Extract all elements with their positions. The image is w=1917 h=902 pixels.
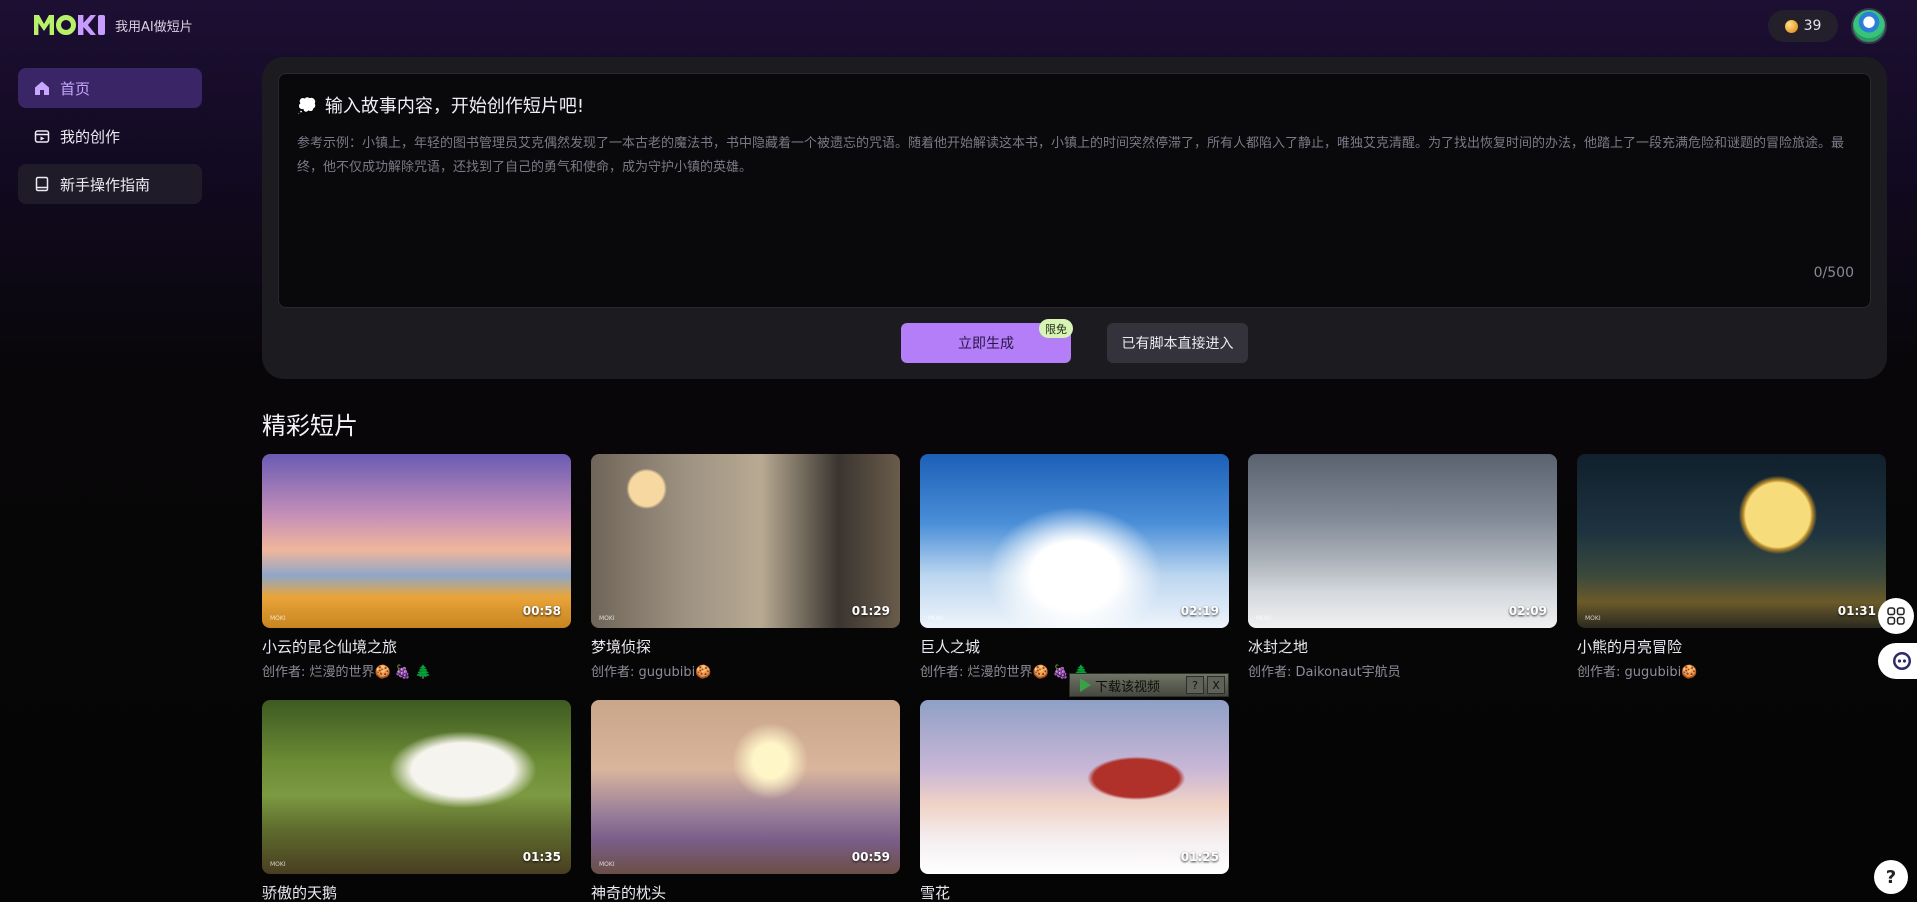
video-title[interactable]: 骄傲的天鹅 (262, 882, 571, 902)
logo[interactable]: 我用AI做短片 (34, 14, 193, 36)
book-icon (34, 176, 50, 192)
assistant-button[interactable] (1878, 643, 1917, 679)
story-input[interactable]: 💭 输入故事内容，开始创作短片吧! 参考示例：小镇上，年轻的图书管理员艾克偶然发… (278, 73, 1871, 308)
video-thumbnail[interactable]: MOKI 02:09 (1248, 454, 1557, 628)
video-title[interactable]: 雪花 (920, 882, 1229, 902)
watermark: MOKI (599, 615, 615, 622)
video-duration: 01:31 (1837, 604, 1876, 618)
sidebar-item-label: 我的创作 (60, 127, 121, 146)
download-video-bar[interactable]: 下载该视频 ? X (1069, 673, 1229, 697)
video-thumbnail[interactable]: MOKI 01:25 (920, 700, 1229, 874)
video-card[interactable]: MOKI 01:25 雪花 (920, 700, 1229, 902)
video-card[interactable]: MOKI 02:09 冰封之地 创作者: Daikonaut宇航员 (1248, 454, 1557, 680)
moki-logo-mark (34, 14, 105, 36)
video-author: 创作者: Daikonaut宇航员 (1248, 665, 1401, 680)
video-thumbnail[interactable]: MOKI 00:58 (262, 454, 571, 628)
video-duration: 02:19 (1180, 604, 1219, 618)
free-badge: 限免 (1039, 319, 1073, 338)
video-thumbnail[interactable]: MOKI 01:29 (591, 454, 900, 628)
help-button[interactable]: ? (1186, 676, 1204, 694)
coin-icon (1784, 19, 1798, 33)
video-duration: 01:29 (851, 604, 890, 618)
speech-bubble-icon: 💭 (297, 95, 317, 115)
story-composer: 💭 输入故事内容，开始创作短片吧! 参考示例：小镇上，年轻的图书管理员艾克偶然发… (262, 57, 1887, 379)
video-card[interactable]: MOKI 01:29 梦境侦探 创作者: gugubibi🍪 (591, 454, 900, 680)
video-card[interactable]: MOKI 02:19 巨人之城 创作者: 烂漫的世界🍪 🍇 🌲 (920, 454, 1229, 680)
video-title[interactable]: 梦境侦探 (591, 636, 900, 657)
sidebar: 首页 我的创作 新手操作指南 (18, 68, 202, 212)
user-avatar[interactable] (1851, 8, 1887, 44)
char-counter: 0/500 (1813, 265, 1854, 281)
video-author: 创作者: 烂漫的世界🍪 🍇 🌲 (262, 665, 432, 680)
video-title[interactable]: 神奇的枕头 (591, 882, 900, 902)
coin-count: 39 (1803, 18, 1822, 34)
film-icon (34, 128, 50, 144)
sidebar-item-guide[interactable]: 新手操作指南 (18, 164, 202, 204)
apps-grid-button[interactable] (1878, 598, 1914, 634)
sidebar-item-home[interactable]: 首页 (18, 68, 202, 108)
logo-tagline: 我用AI做短片 (115, 19, 193, 35)
video-title[interactable]: 冰封之地 (1248, 636, 1557, 657)
watermark: MOKI (1585, 615, 1601, 622)
download-video-label[interactable]: 下载该视频 (1095, 676, 1186, 695)
close-button[interactable]: X (1207, 676, 1225, 694)
watermark: MOKI (928, 861, 944, 868)
video-card[interactable]: MOKI 00:59 神奇的枕头 (591, 700, 900, 902)
top-bar: 我用AI做短片 39 (0, 0, 1917, 52)
video-card[interactable]: MOKI 01:35 骄傲的天鹅 (262, 700, 571, 902)
video-duration: 00:59 (851, 850, 890, 864)
grid-icon (1887, 607, 1905, 625)
home-icon (34, 80, 50, 96)
video-thumbnail[interactable]: MOKI 00:59 (591, 700, 900, 874)
video-duration: 01:25 (1180, 850, 1219, 864)
video-duration: 00:58 (522, 604, 561, 618)
coin-balance[interactable]: 39 (1768, 10, 1838, 42)
help-button[interactable]: ? (1874, 860, 1908, 894)
video-author: 创作者: gugubibi🍪 (591, 665, 712, 680)
sidebar-item-my-creations[interactable]: 我的创作 (18, 116, 202, 156)
watermark: MOKI (928, 615, 944, 622)
story-placeholder: 参考示例：小镇上，年轻的图书管理员艾克偶然发现了一本古老的魔法书，书中隐藏着一个… (297, 136, 1845, 175)
video-duration: 02:09 (1508, 604, 1547, 618)
video-title[interactable]: 小熊的月亮冒险 (1577, 636, 1886, 657)
video-title[interactable]: 小云的昆仑仙境之旅 (262, 636, 571, 657)
watermark: MOKI (270, 615, 286, 622)
watermark: MOKI (1256, 615, 1272, 622)
video-thumbnail[interactable]: MOKI 01:35 (262, 700, 571, 874)
composer-title: 💭 输入故事内容，开始创作短片吧! (297, 95, 585, 118)
video-duration: 01:35 (522, 850, 561, 864)
video-author: 创作者: gugubibi🍪 (1577, 665, 1698, 680)
video-card[interactable]: MOKI 00:58 小云的昆仑仙境之旅 创作者: 烂漫的世界🍪 🍇 🌲 (262, 454, 571, 680)
gallery-title: 精彩短片 (262, 412, 358, 440)
play-icon (1080, 678, 1091, 692)
enter-with-script-button[interactable]: 已有脚本直接进入 (1107, 323, 1248, 363)
watermark: MOKI (270, 861, 286, 868)
sidebar-item-label: 新手操作指南 (60, 175, 151, 194)
video-thumbnail[interactable]: MOKI 02:19 (920, 454, 1229, 628)
video-title[interactable]: 巨人之城 (920, 636, 1229, 657)
watermark: MOKI (599, 861, 615, 868)
video-thumbnail[interactable]: MOKI 01:31 (1577, 454, 1886, 628)
sidebar-item-label: 首页 (60, 79, 91, 98)
video-card[interactable]: MOKI 01:31 小熊的月亮冒险 创作者: gugubibi🍪 (1577, 454, 1886, 680)
robot-icon (1893, 652, 1911, 670)
